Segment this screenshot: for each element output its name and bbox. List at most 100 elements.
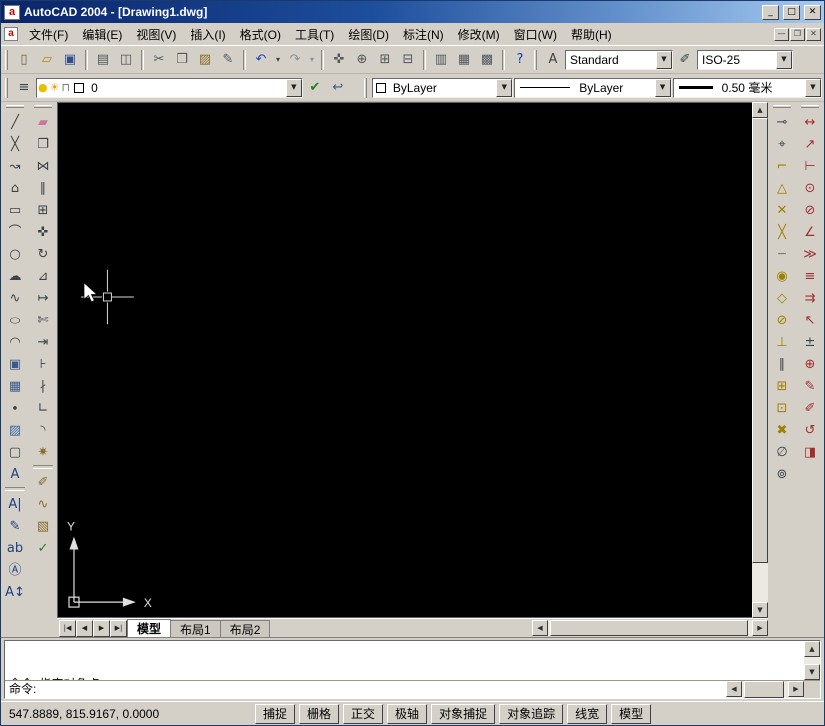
command-horizontal-scrollbar[interactable]: ◀ ▶ <box>726 681 804 698</box>
dim-style-manager-button[interactable]: ✐ <box>674 48 696 71</box>
linetype-select[interactable]: ByLayer ▼ <box>514 77 672 98</box>
scroll-up-button[interactable]: ▲ <box>752 102 768 118</box>
snap-insert-button[interactable]: ⊞ <box>771 375 793 397</box>
dimension-text-edit-button[interactable]: ✐ <box>799 397 821 419</box>
extend-button[interactable]: ⇥ <box>32 331 54 353</box>
open-file-button[interactable]: ▱ <box>36 48 58 71</box>
quick-leader-button[interactable]: ↖ <box>799 309 821 331</box>
tab-layout1[interactable]: 布局1 <box>170 620 221 637</box>
ordinate-dimension-button[interactable]: ⊢ <box>799 155 821 177</box>
layer-select[interactable]: ● ☀ ⊓ 0 ▼ <box>36 77 303 98</box>
layer-manager-button[interactable]: ≡ <box>13 76 35 99</box>
osnap-settings-button[interactable]: ⊚ <box>771 463 793 485</box>
snap-none-button[interactable]: ∅ <box>771 441 793 463</box>
menu-insert[interactable]: 插入(I) <box>183 23 232 46</box>
center-mark-button[interactable]: ⊕ <box>799 353 821 375</box>
trim-button[interactable]: ✄ <box>32 309 54 331</box>
menu-help[interactable]: 帮助(H) <box>564 23 619 46</box>
scroll-down-button[interactable]: ▼ <box>752 602 768 618</box>
region-button[interactable]: ▢ <box>4 441 26 463</box>
ellipse-button[interactable]: ○ <box>4 309 26 331</box>
toolbar-move-handle[interactable] <box>5 49 8 70</box>
menu-format[interactable]: 格式(O) <box>233 23 288 46</box>
dropdown-button[interactable]: ▼ <box>496 78 513 97</box>
aligned-dimension-button[interactable]: ↗ <box>799 133 821 155</box>
edit-hatch-button[interactable]: ▧ <box>32 515 54 537</box>
menu-edit[interactable]: 编辑(E) <box>75 23 129 46</box>
command-history[interactable]: 命令: 指定对角点: 命令: _.erase 找到 1 个 <box>5 641 804 680</box>
zoom-previous-button[interactable]: ⊟ <box>397 48 419 71</box>
linear-dimension-button[interactable]: ↔ <box>799 111 821 133</box>
snap-tangent-button[interactable]: ⊘ <box>771 309 793 331</box>
chamfer-button[interactable]: ∟ <box>32 397 54 419</box>
tab-model[interactable]: 模型 <box>127 619 172 637</box>
next-tab-button[interactable]: ▶ <box>93 620 110 637</box>
point-button[interactable]: ∙ <box>4 397 26 419</box>
rectangle-button[interactable]: ▭ <box>4 199 26 221</box>
arc-button[interactable]: ⌒ <box>4 221 26 243</box>
last-tab-button[interactable]: ▶| <box>110 620 127 637</box>
break-at-point-button[interactable]: ⊦ <box>32 353 54 375</box>
snap-extension-button[interactable]: ┈ <box>771 243 793 265</box>
polyline-button[interactable]: ↝ <box>4 155 26 177</box>
plot-button[interactable]: ▤ <box>92 48 114 71</box>
toolbar-move-handle[interactable] <box>6 105 24 108</box>
command-vertical-scrollbar[interactable]: ▲ ▼ <box>804 641 820 680</box>
tolerance-button[interactable]: ± <box>799 331 821 353</box>
mdi-close-button[interactable]: ✕ <box>806 27 821 41</box>
menu-file[interactable]: 文件(F) <box>22 23 75 46</box>
scrollbar-thumb[interactable] <box>744 681 784 698</box>
text-style-tool-button[interactable]: Ⓐ <box>4 559 26 581</box>
lineweight-select[interactable]: 0.50 毫米 ▼ <box>672 77 822 98</box>
scrollbar-track[interactable] <box>742 681 788 698</box>
edit-polyline-button[interactable]: ✐ <box>32 471 54 493</box>
snap-nearest-button[interactable]: ✖ <box>771 419 793 441</box>
snap-perpendicular-button[interactable]: ⊥ <box>771 331 793 353</box>
snap-from-button[interactable]: ⌖ <box>771 133 793 155</box>
model-toggle[interactable]: 模型 <box>611 703 652 724</box>
polygon-button[interactable]: ⌂ <box>4 177 26 199</box>
otrack-toggle[interactable]: 对象追踪 <box>499 703 564 724</box>
scrollbar-track[interactable] <box>752 118 768 602</box>
close-button[interactable]: ✕ <box>804 4 821 20</box>
snap-apparent-intersection-button[interactable]: ╳ <box>771 221 793 243</box>
tab-scroll-splitter[interactable] <box>269 619 532 637</box>
erase-button[interactable]: ▰ <box>32 111 54 133</box>
command-input-line[interactable]: 命令: <box>5 681 726 698</box>
scroll-left-button[interactable]: ◀ <box>532 620 548 636</box>
radius-dimension-button[interactable]: ⊙ <box>799 177 821 199</box>
scroll-right-button[interactable]: ▶ <box>752 620 768 636</box>
osnap-toggle[interactable]: 对象捕捉 <box>431 703 496 724</box>
offset-button[interactable]: ∥ <box>32 177 54 199</box>
temporary-track-point-button[interactable]: ⊸ <box>771 111 793 133</box>
scrollbar-track[interactable] <box>548 620 752 636</box>
scale-button[interactable]: ⊿ <box>32 265 54 287</box>
tool-palettes-button[interactable]: ▩ <box>476 48 498 71</box>
make-object-layer-current-button[interactable]: ✔ <box>303 76 326 99</box>
hatch-button[interactable]: ▨ <box>4 419 26 441</box>
array-button[interactable]: ⊞ <box>32 199 54 221</box>
color-select[interactable]: ByLayer ▼ <box>371 77 514 98</box>
toolbar-move-handle[interactable] <box>801 105 819 108</box>
tab-layout2[interactable]: 布局2 <box>219 620 271 637</box>
scroll-right-button[interactable]: ▶ <box>788 681 804 697</box>
drawing-canvas[interactable]: Y X <box>57 102 752 618</box>
dropdown-button[interactable]: ▼ <box>654 78 671 97</box>
scrollbar-thumb[interactable] <box>752 118 768 564</box>
dropdown-button[interactable]: ▼ <box>805 78 821 97</box>
move-button[interactable]: ✜ <box>32 221 54 243</box>
match-properties-button[interactable]: ✎ <box>217 48 239 71</box>
baseline-dimension-button[interactable]: ≡ <box>799 265 821 287</box>
find-replace-button[interactable]: ab <box>4 537 26 559</box>
dropdown-button[interactable]: ▼ <box>656 50 672 69</box>
spline-button[interactable]: ∿ <box>4 287 26 309</box>
spell-check-button[interactable]: ✓ <box>32 537 54 559</box>
undo-button[interactable]: ↶ <box>250 48 272 71</box>
quick-dimension-button[interactable]: ≫ <box>799 243 821 265</box>
toolbar-move-handle[interactable] <box>534 49 537 70</box>
snap-toggle[interactable]: 捕捉 <box>255 703 296 724</box>
break-button[interactable]: ∤ <box>32 375 54 397</box>
designcenter-button[interactable]: ▦ <box>453 48 475 71</box>
scale-text-button[interactable]: A↕ <box>4 581 26 603</box>
menu-draw[interactable]: 绘图(D) <box>341 23 396 46</box>
